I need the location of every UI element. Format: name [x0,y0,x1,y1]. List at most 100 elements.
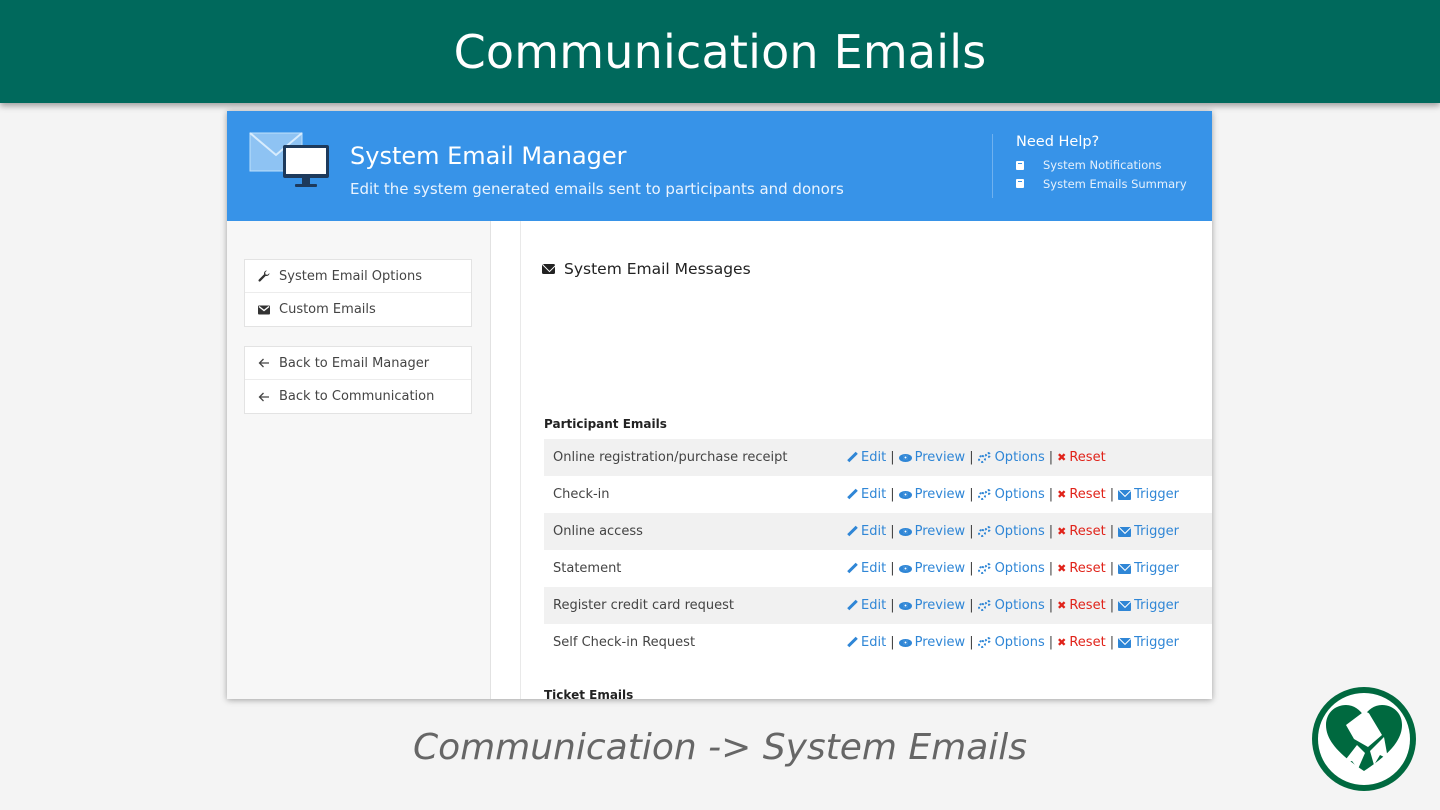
envelope-icon [1118,526,1132,537]
pencil-icon [847,600,858,611]
sidebar-item-custom-emails[interactable]: Custom Emails [245,293,471,326]
action-label: Trigger [1134,524,1179,539]
edit-link[interactable]: Edit [847,635,886,650]
separator: | [890,598,895,613]
action-label: Preview [914,635,966,650]
options-link[interactable]: Options [977,487,1045,502]
cogs-icon [977,452,992,463]
separator: | [969,561,974,576]
eye-icon [898,601,912,610]
email-name: Check-in [553,487,610,502]
eye-icon [898,527,912,536]
cogs-icon [977,563,992,574]
reset-link[interactable]: ✖ Reset [1057,450,1106,465]
sidebar-item-system-email-options[interactable]: System Email Options [245,260,471,293]
eye-icon [898,490,912,499]
separator: | [969,598,974,613]
edit-link[interactable]: Edit [847,598,886,613]
slide-caption: Communication -> System Emails [412,727,1028,768]
trigger-link[interactable]: Trigger [1118,635,1179,650]
group-label: Participant Emails [544,417,667,431]
preview-link[interactable]: Preview [898,561,965,576]
options-link[interactable]: Options [977,598,1045,613]
preview-link[interactable]: Preview [898,450,965,465]
edit-link[interactable]: Edit [847,561,886,576]
email-actions: Edit | Preview | Options | ✖ Reset | Trigger [847,635,1179,650]
sidebar-item-label: Back to Email Manager [279,355,430,371]
preview-link[interactable]: Preview [898,598,965,613]
options-link[interactable]: Options [977,635,1045,650]
action-label: Edit [861,450,887,465]
reset-link[interactable]: ✖ Reset [1057,635,1106,650]
reset-link[interactable]: ✖ Reset [1057,524,1106,539]
action-label: Reset [1069,635,1106,650]
options-link[interactable]: Options [977,450,1045,465]
pencil-icon [847,637,858,648]
sidebar: System Email Options Custom Emails Back … [227,221,491,699]
help-link-label: System Emails Summary [1043,176,1187,191]
group-label: Ticket Emails [544,688,634,699]
action-label: Reset [1069,561,1106,576]
envelope-icon [258,304,270,316]
action-label: Options [994,561,1045,576]
sidebar-item-label: System Email Options [279,268,422,284]
envelope-icon [1118,563,1132,574]
preview-link[interactable]: Preview [898,487,965,502]
email-actions: Edit | Preview | Options | ✖ Reset | Trigger [847,524,1179,539]
reset-link[interactable]: ✖ Reset [1057,561,1106,576]
envelope-icon [542,264,555,274]
separator: | [1109,598,1115,613]
sidebar-item-back-to-email-manager[interactable]: Back to Email Manager [245,347,471,380]
edit-link[interactable]: Edit [847,487,886,502]
trigger-link[interactable]: Trigger [1118,487,1179,502]
trigger-link[interactable]: Trigger [1118,561,1179,576]
edit-link[interactable]: Edit [847,524,886,539]
action-label: Reset [1069,450,1106,465]
action-label: Reset [1069,598,1106,613]
action-label: Trigger [1134,635,1179,650]
options-link[interactable]: Options [977,561,1045,576]
cogs-icon [977,489,992,500]
app-screenshot: System Email Manager Edit the system gen… [227,111,1212,699]
email-row: Online registration/purchase receipt Edit… [544,439,1212,476]
help-link-system-emails-summary[interactable]: System Emails Summary [1016,175,1187,194]
separator: | [1109,524,1115,539]
options-link[interactable]: Options [977,524,1045,539]
need-help-panel: Need Help? System Notifications System E… [992,134,1187,198]
trigger-link[interactable]: Trigger [1118,524,1179,539]
separator: | [890,450,895,465]
main-content: System Email Messages Participant Emails… [522,221,1212,699]
email-name: Statement [553,561,622,576]
action-label: Reset [1069,524,1106,539]
separator: | [969,487,974,502]
separator: | [1109,561,1115,576]
preview-link[interactable]: Preview [898,524,966,539]
action-label: Preview [914,524,966,539]
preview-link[interactable]: Preview [898,635,966,650]
separator: | [1109,487,1115,502]
x-icon: ✖ [1057,488,1067,501]
cogs-icon [977,637,992,648]
help-link-label: System Notifications [1043,158,1162,173]
reset-link[interactable]: ✖ Reset [1057,598,1106,613]
help-link-system-notifications[interactable]: System Notifications [1016,156,1187,175]
section-title-text: System Email Messages [564,260,751,278]
sidebar-item-label: Back to Communication [279,389,435,404]
separator: | [969,450,974,465]
separator: | [1048,635,1054,650]
slide-title: Communication Emails [453,24,987,79]
trigger-link[interactable]: Trigger [1118,598,1179,613]
action-label: Trigger [1134,487,1179,502]
x-icon: ✖ [1057,562,1067,575]
book-icon [1016,160,1024,170]
action-label: Reset [1069,487,1106,502]
reset-link[interactable]: ✖ Reset [1057,487,1106,502]
email-actions: Edit | Preview | Options | ✖ Reset | Trigger [847,598,1179,613]
separator: | [969,524,974,539]
slide-header: Communication Emails [0,0,1440,103]
sidebar-item-back-to-communication[interactable]: Back to Communication [245,380,471,413]
edit-link[interactable]: Edit [847,450,886,465]
action-label: Options [994,524,1045,539]
separator: | [890,524,895,539]
wrench-icon [258,270,270,282]
